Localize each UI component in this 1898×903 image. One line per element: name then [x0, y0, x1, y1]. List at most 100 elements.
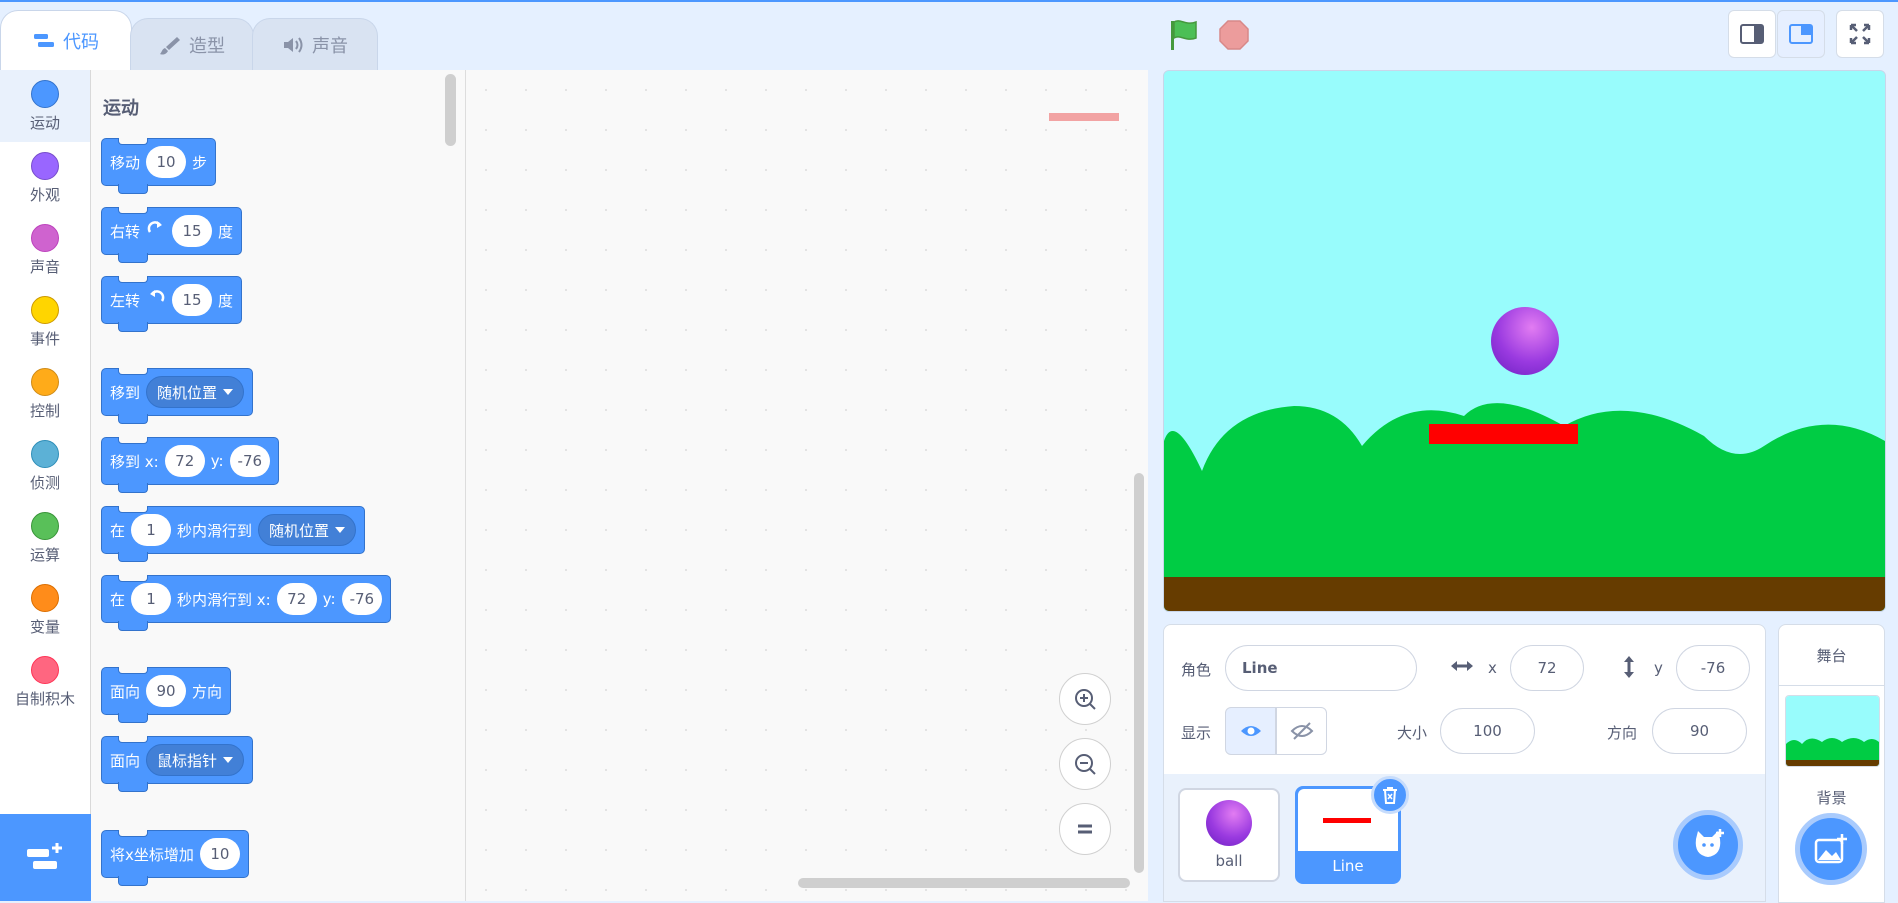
- size-field[interactable]: 100: [1440, 708, 1535, 754]
- block-turn-left[interactable]: 左转 15 度: [101, 276, 243, 332]
- eye-icon: [1240, 726, 1261, 736]
- green-flag-icon[interactable]: [1168, 18, 1200, 52]
- vertical-arrow-icon: [1619, 654, 1639, 684]
- cat-add-icon: [1695, 829, 1724, 857]
- y-value: -76: [1700, 659, 1726, 677]
- sprite-tile-label: Line: [1332, 857, 1364, 875]
- small-stage-icon: [1740, 24, 1764, 44]
- sprite-tile-label: ball: [1215, 852, 1243, 870]
- sprite-tile-ball[interactable]: ball: [1178, 788, 1280, 882]
- category-my-blocks[interactable]: 自制积木: [0, 646, 90, 718]
- category-label: 控制: [29, 402, 60, 420]
- block-number-input[interactable]: 15: [172, 215, 213, 247]
- block-glide[interactable]: 在 1 秒内滑行到 随机位置: [101, 506, 366, 562]
- tab-code-label: 代码: [63, 31, 99, 53]
- category-label: 运算: [29, 546, 60, 564]
- x-field[interactable]: 72: [1510, 645, 1584, 691]
- tab-sounds[interactable]: 声音: [252, 18, 378, 70]
- category-looks[interactable]: 外观: [0, 142, 90, 214]
- line-sprite[interactable]: [1429, 424, 1578, 444]
- chevron-down-icon: [223, 389, 234, 395]
- show-sprite-button[interactable]: [1225, 707, 1276, 755]
- size-label: 大小: [1397, 724, 1428, 742]
- block-dropdown[interactable]: 鼠标指针: [146, 744, 245, 776]
- zoom-out-button[interactable]: [1059, 738, 1111, 790]
- add-extension-icon: [27, 843, 62, 869]
- tab-costumes[interactable]: 造型: [130, 18, 254, 70]
- script-workspace[interactable]: [466, 70, 1148, 901]
- y-field[interactable]: -76: [1676, 645, 1750, 691]
- block-dropdown[interactable]: 随机位置: [258, 514, 357, 546]
- block-dropdown[interactable]: 随机位置: [146, 376, 245, 408]
- direction-field[interactable]: 90: [1652, 708, 1747, 754]
- stage-title: 舞台: [1779, 625, 1884, 686]
- block-number-input[interactable]: 15: [172, 284, 213, 316]
- sprite-name-field[interactable]: Line: [1225, 645, 1417, 691]
- fullscreen-button[interactable]: [1836, 10, 1884, 58]
- category-operators[interactable]: 运算: [0, 502, 90, 574]
- block-move-steps[interactable]: 移动 10 步: [101, 138, 217, 194]
- delete-sprite-button[interactable]: [1371, 776, 1409, 814]
- workspace-horizontal-scrollbar[interactable]: [798, 878, 1130, 888]
- block-text: 右转: [110, 222, 141, 241]
- add-extension-button[interactable]: [0, 814, 91, 901]
- block-text: 左转: [110, 291, 141, 310]
- workspace-vertical-scrollbar[interactable]: [1134, 473, 1144, 873]
- normal-stage-icon: [1789, 24, 1813, 44]
- add-backdrop-button[interactable]: [1795, 813, 1867, 885]
- zoom-in-button[interactable]: [1059, 673, 1111, 725]
- category-motion[interactable]: 运动: [0, 70, 90, 142]
- image-add-icon: [1814, 834, 1847, 864]
- sprite-list: ball Line: [1163, 774, 1766, 902]
- category-events[interactable]: 事件: [0, 286, 90, 358]
- block-goto[interactable]: 移到 随机位置: [101, 368, 254, 424]
- code-icon: [33, 32, 55, 50]
- block-number-input[interactable]: 1: [131, 514, 172, 546]
- size-value: 100: [1473, 722, 1502, 740]
- block-turn-right[interactable]: 右转 15 度: [101, 207, 243, 263]
- category-label: 外观: [29, 186, 60, 204]
- palette-scrollbar[interactable]: [445, 74, 456, 146]
- category-label: 变量: [29, 618, 60, 636]
- category-dot: [31, 152, 59, 180]
- category-label: 运动: [29, 114, 60, 132]
- block-point-direction[interactable]: 面向 90 方向: [101, 667, 232, 723]
- block-glide-xy[interactable]: 在 1 秒内滑行到 x: 72 y: -76: [101, 575, 392, 631]
- category-sensing[interactable]: 侦测: [0, 430, 90, 502]
- stage-selector[interactable]: 舞台 背景: [1778, 624, 1885, 903]
- ball-sprite[interactable]: [1491, 307, 1559, 375]
- block-number-input[interactable]: 1: [131, 583, 172, 615]
- block-number-input[interactable]: 90: [146, 675, 187, 707]
- tab-code[interactable]: 代码: [0, 10, 132, 70]
- block-number-input[interactable]: 10: [146, 146, 187, 178]
- block-goto-xy[interactable]: 移到 x: 72 y: -76: [101, 437, 280, 493]
- block-text: 将x坐标增加: [110, 845, 194, 864]
- stop-icon[interactable]: [1218, 19, 1250, 51]
- equals-icon: [1078, 824, 1092, 834]
- backdrop-label: 背景: [1816, 789, 1847, 807]
- fullscreen-icon: [1849, 23, 1871, 45]
- category-variables[interactable]: 变量: [0, 574, 90, 646]
- block-point-towards[interactable]: 面向 鼠标指针: [101, 736, 254, 792]
- add-sprite-button[interactable]: [1673, 810, 1743, 880]
- normal-stage-button[interactable]: [1777, 10, 1825, 58]
- hide-sprite-button[interactable]: [1276, 707, 1327, 755]
- stage[interactable]: [1163, 70, 1886, 612]
- category-sound[interactable]: 声音: [0, 214, 90, 286]
- zoom-reset-button[interactable]: [1059, 803, 1111, 855]
- top-accent-line: [0, 0, 1898, 2]
- workspace-indicator: [1049, 113, 1119, 121]
- block-number-input[interactable]: -76: [229, 445, 271, 477]
- category-dot: [31, 584, 59, 612]
- block-text: 面向: [110, 682, 141, 701]
- block-number-input[interactable]: 72: [164, 445, 205, 477]
- category-control[interactable]: 控制: [0, 358, 90, 430]
- category-label: 自制积木: [14, 690, 75, 708]
- backdrop-thumbnail[interactable]: [1785, 695, 1880, 767]
- block-number-input[interactable]: 10: [199, 838, 240, 870]
- block-number-input[interactable]: 72: [276, 583, 317, 615]
- small-stage-button[interactable]: [1728, 10, 1776, 58]
- block-number-input[interactable]: -76: [341, 583, 383, 615]
- block-change-x[interactable]: 将x坐标增加 10: [101, 830, 249, 886]
- rotate-left-icon: [146, 288, 166, 312]
